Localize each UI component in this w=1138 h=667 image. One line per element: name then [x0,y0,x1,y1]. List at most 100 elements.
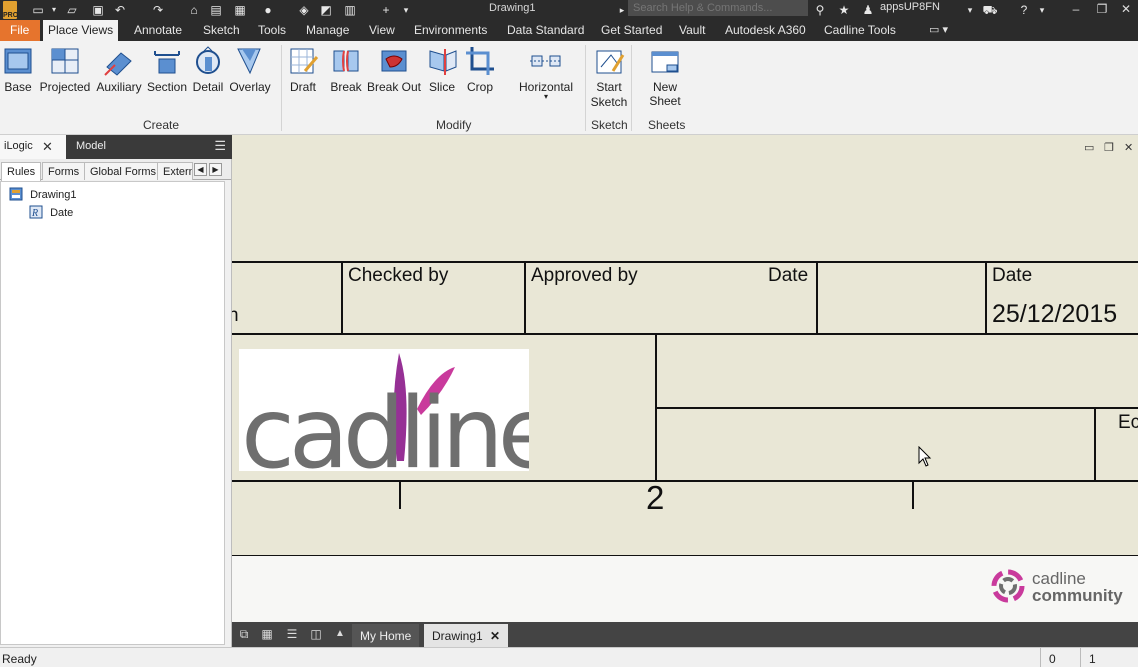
new-sheet-button[interactable]: New Sheet [636,45,694,108]
tab-cadline-tools[interactable]: Cadline Tools [819,20,901,41]
scroll-right-icon[interactable]: ▶ [209,163,222,176]
drawing-canvas[interactable]: ▭ ❐ ✕ n Checked by Approved by Date Date… [232,135,1138,622]
tab-place-views[interactable]: Place Views [43,20,119,41]
tile-grid-icon[interactable]: ▦ [259,627,275,641]
measure-icon[interactable]: ◩ [318,2,334,18]
start-sketch-button[interactable]: Start Sketch [589,45,629,110]
inventor-app-icon[interactable]: PRO [3,1,18,19]
approval-date-label: Date [768,265,809,286]
home-icon[interactable]: ⌂ [186,2,202,18]
search-input[interactable] [628,0,808,16]
user-dropdown-icon[interactable]: ▾ [962,2,978,18]
crop-label: Crop [466,80,493,94]
subtab-forms[interactable]: Forms [42,162,86,180]
parameters-icon[interactable]: ▥ [342,2,358,18]
customize-quick-access-icon[interactable]: ▾ [398,2,414,18]
tab-manage[interactable]: Manage [301,20,354,41]
new-file-icon[interactable]: ▭ [30,2,46,18]
tab-autodesk-a360[interactable]: Autodesk A360 [720,20,811,41]
horizontal-align-button[interactable]: Horizontal ▾ [514,45,578,101]
date-value[interactable]: 25/12/2015 [992,300,1117,329]
tree-node-drawing[interactable]: Drawing1 [9,187,77,201]
crop-button[interactable]: Crop [464,45,496,94]
overlay-view-button[interactable]: Overlay [228,45,272,94]
hamburger-menu-icon[interactable]: ☰ [214,138,226,154]
user-name[interactable]: appsUP8FN [880,1,940,13]
tab-drawing1[interactable]: Drawing1 ✕ [424,624,509,647]
print-icon[interactable]: ▤ [208,2,224,18]
close-icon[interactable]: ✕ [42,139,53,155]
tab-ilogic[interactable]: iLogic ✕ [0,135,66,159]
save-icon[interactable]: ▣ [90,2,106,18]
minimize-window-icon[interactable]: – [1066,0,1086,20]
appearance-icon[interactable]: ◈ [296,2,312,18]
favorites-star-icon[interactable]: ★ [836,2,852,18]
tab-tools[interactable]: Tools [253,20,291,41]
tab-view[interactable]: View [364,20,400,41]
tab-file[interactable]: File [0,20,40,41]
tree-node-date-rule[interactable]: R Date [29,205,73,219]
detail-view-button[interactable]: Detail [190,45,226,94]
tab-model[interactable]: Model ☰ [66,135,232,159]
break-icon [333,50,359,72]
tab-environments[interactable]: Environments [409,20,492,41]
dropdown-icon[interactable]: ▾ [46,2,62,18]
open-icon[interactable]: ▱ [64,2,80,18]
cadline-logo-text: cadline [241,377,529,471]
projected-view-button[interactable]: Projected [38,45,92,94]
restore-window-icon[interactable]: ❐ [1092,0,1112,20]
ilogic-subtabs: Rules Forms Global Forms Extern ◀ ▶ [0,159,231,181]
ribbon-display-options-icon[interactable]: ▭ ▾ [924,20,953,41]
tab-my-home[interactable]: My Home [352,624,420,647]
section-view-button[interactable]: Section [146,45,188,94]
material-icon[interactable]: ● [260,2,276,18]
break-out-button[interactable]: Break Out [366,45,422,94]
cadline-logo: cadline [239,349,560,491]
base-view-button[interactable]: Base [0,45,36,94]
auxiliary-view-icon [104,52,132,76]
user-icon[interactable]: ♟ [860,2,876,18]
undo-icon[interactable]: ↶ [112,2,128,18]
subtab-external[interactable]: Extern [157,162,193,180]
horizontal-dropdown-icon[interactable]: ▾ [514,93,578,101]
restore-doc-icon[interactable]: ❐ [1104,141,1114,154]
draft-view-icon [290,48,319,74]
draft-view-button[interactable]: Draft [285,45,321,94]
break-out-label: Break Out [366,80,422,94]
break-button[interactable]: Break [328,45,364,94]
tab-get-started[interactable]: Get Started [596,20,667,41]
close-doc-icon[interactable]: ✕ [1124,141,1133,154]
auxiliary-view-button[interactable]: Auxiliary [95,45,143,94]
crop-icon [466,47,494,75]
help-icon[interactable]: ? [1016,2,1032,18]
help-dropdown-icon[interactable]: ▾ [1034,2,1050,18]
tile-vertical-icon[interactable]: ◫ [308,627,324,641]
subtab-rules[interactable]: Rules [1,162,42,181]
tab-data-standard[interactable]: Data Standard [502,20,589,41]
binoculars-icon[interactable]: ⚲ [812,2,828,18]
scroll-left-icon[interactable]: ◀ [194,163,207,176]
browser-tabs: iLogic ✕ Model ☰ [0,135,232,159]
tab-annotate[interactable]: Annotate [129,20,187,41]
minimize-doc-icon[interactable]: ▭ [1084,141,1094,154]
tab-vault[interactable]: Vault [674,20,710,41]
slice-button[interactable]: Slice [426,45,458,94]
redo-icon[interactable]: ↷ [150,2,166,18]
title-block-border [232,480,1138,482]
close-tab-icon[interactable]: ✕ [490,629,500,643]
tab-sketch[interactable]: Sketch [198,20,245,41]
partial-field-text: n [232,305,239,326]
update-icon[interactable]: ▦ [232,2,248,18]
cart-icon[interactable]: ⛟ [982,2,998,18]
subtab-global-forms[interactable]: Global Forms [84,162,163,180]
close-window-icon[interactable]: ✕ [1116,0,1136,20]
add-icon[interactable]: + [378,2,394,18]
title-block-divider [1094,407,1096,481]
arrange-up-icon[interactable]: ▲ [332,627,348,641]
title-bar: PRO ▭ ▾ ▱ ▣ ↶ ↷ ⌂ ▤ ▦ ● ◈ ◩ ▥ + ▾ Drawin… [0,0,1138,20]
partial-field-text: Ec [1118,412,1138,433]
auxiliary-view-label: Auxiliary [96,80,142,94]
cascade-windows-icon[interactable]: ⧉ [236,627,252,641]
title-block-tick [912,481,914,509]
tile-horizontal-icon[interactable]: ☰ [284,627,300,641]
